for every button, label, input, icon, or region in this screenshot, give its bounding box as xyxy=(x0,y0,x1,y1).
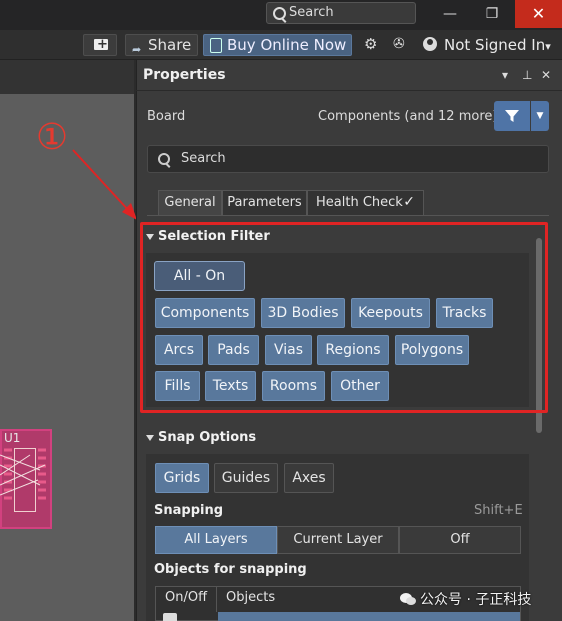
connection-off-icon[interactable]: ✇ xyxy=(393,36,411,52)
cart-icon xyxy=(210,38,222,53)
tab-parameters[interactable]: Parameters xyxy=(222,190,307,216)
restore-button[interactable]: ❐ xyxy=(472,0,512,28)
filter-dropdown-button[interactable]: ▼ xyxy=(531,101,549,131)
add-comment-button[interactable] xyxy=(83,34,117,56)
panel-search-input[interactable]: Search xyxy=(147,145,549,173)
comment-plus-icon xyxy=(94,35,108,55)
tab-health-check-label: Health Check xyxy=(316,195,403,210)
user-label: Not Signed In xyxy=(444,36,546,54)
minimize-button[interactable]: — xyxy=(430,0,470,28)
wechat-logo-icon xyxy=(400,593,416,605)
snapping-current-layer[interactable]: Current Layer xyxy=(277,526,399,554)
snap-options-title[interactable]: Snap Options xyxy=(158,430,256,445)
objects-for-snapping-label: Objects for snapping xyxy=(154,562,307,577)
axes-toggle[interactable]: Axes xyxy=(284,463,334,493)
buy-online-button[interactable]: Buy Online Now xyxy=(203,34,352,56)
guides-toggle[interactable]: Guides xyxy=(214,463,278,493)
table-header-onoff[interactable]: On/Off xyxy=(155,586,217,612)
global-search-label: Search xyxy=(289,5,334,20)
snapping-label: Snapping xyxy=(154,503,224,518)
gear-icon[interactable]: ⚙ xyxy=(364,36,380,52)
snapping-all-layers[interactable]: All Layers xyxy=(155,526,277,554)
watermark-label: 公众号 · 子正科技 xyxy=(420,592,532,608)
chevron-down-icon: ▾ xyxy=(545,40,551,53)
table-row[interactable] xyxy=(218,612,520,621)
user-icon[interactable] xyxy=(423,37,437,51)
search-icon xyxy=(273,7,286,20)
snapping-shortcut: Shift+E xyxy=(474,503,523,518)
share-label: Share xyxy=(148,36,192,54)
share-button[interactable]: ➦ Share xyxy=(125,34,198,56)
panel-search-placeholder: Search xyxy=(181,151,226,166)
pcb-canvas[interactable] xyxy=(0,94,134,621)
pcb-pads-graphic xyxy=(0,448,46,500)
panel-divider xyxy=(136,90,562,91)
panel-menu-icon[interactable]: ▾ xyxy=(502,68,508,82)
annotation-highlight-frame xyxy=(140,222,548,413)
filter-summary: Components (and 12 more) xyxy=(318,109,498,124)
grids-toggle[interactable]: Grids xyxy=(155,463,209,493)
filter-icon xyxy=(505,110,519,122)
share-arrow-icon: ➦ xyxy=(132,43,142,56)
tabs-underline xyxy=(147,215,549,216)
user-account-menu[interactable]: Not Signed In▾ xyxy=(444,34,551,56)
buy-online-label: Buy Online Now xyxy=(227,36,347,54)
annotation-number: ① xyxy=(35,117,69,158)
board-label: Board xyxy=(147,109,186,124)
watermark-text: 公众号 · 子正科技 xyxy=(420,589,531,609)
close-window-button[interactable]: ✕ xyxy=(515,0,562,28)
tab-general[interactable]: General xyxy=(158,190,222,216)
global-search-box[interactable]: Search xyxy=(266,2,416,24)
check-icon: ✓ xyxy=(403,194,415,210)
filter-button[interactable] xyxy=(494,101,530,131)
close-icon[interactable]: ✕ xyxy=(541,68,551,82)
snapping-off[interactable]: Off xyxy=(399,526,521,554)
collapse-triangle-icon[interactable] xyxy=(146,435,154,441)
search-icon xyxy=(158,153,170,165)
tab-health-check[interactable]: Health Check ✓ xyxy=(307,190,424,216)
row-checkbox[interactable] xyxy=(163,613,177,621)
pin-icon[interactable]: ⊥ xyxy=(522,68,532,82)
canvas-tab-strip xyxy=(0,60,134,94)
panel-title: Properties xyxy=(143,67,226,83)
table-header-objects[interactable]: Objects xyxy=(226,586,275,612)
